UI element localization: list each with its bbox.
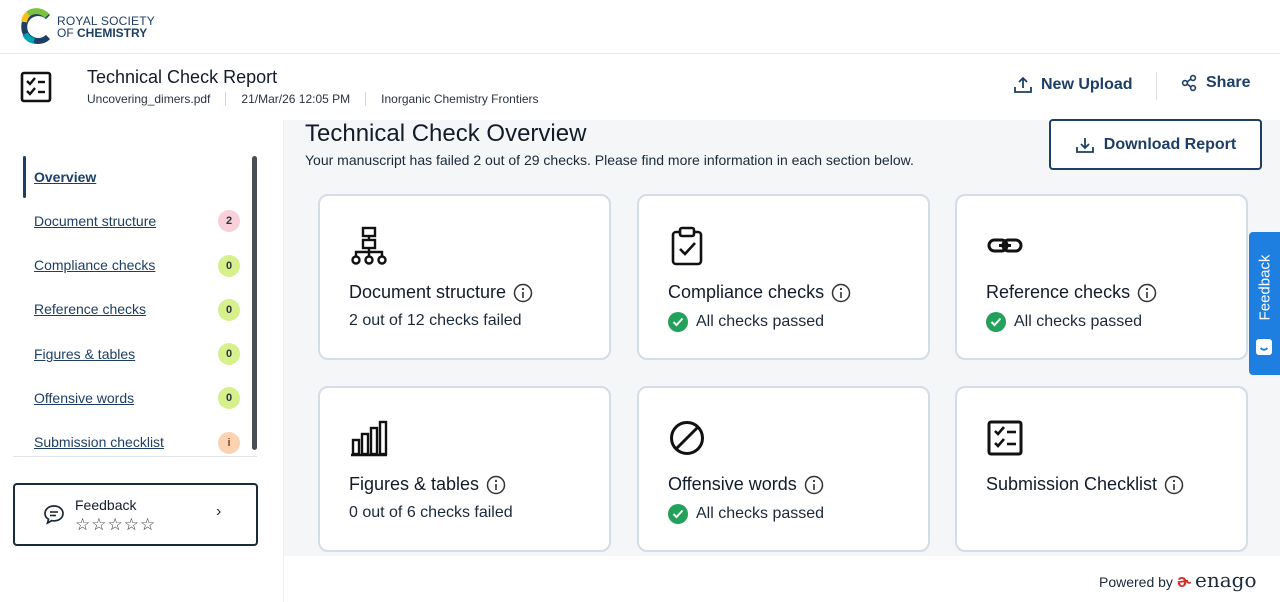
info-icon[interactable] [513,283,533,303]
report-journal: Inorganic Chemistry Frontiers [365,92,553,106]
card-submission-checklist[interactable]: Submission Checklist [955,386,1248,552]
sidebar-item-figures-tables[interactable]: Figures & tables [34,346,135,362]
report-meta: Uncovering_dimers.pdf 21/Mar/26 12:05 PM… [87,92,554,106]
sidebar-item-overview[interactable]: Overview [34,169,96,185]
card-status: 2 out of 12 checks failed [349,312,522,330]
download-report-button[interactable]: Download Report [1049,119,1262,170]
info-icon[interactable] [804,475,824,495]
sidebar: Overview Document structure 2 Compliance… [0,120,284,602]
rsc-logo-text: ROYAL SOCIETY OF CHEMISTRY [57,15,155,39]
page-subtitle: Your manuscript has failed 2 out of 29 c… [305,152,914,168]
card-title: Figures & tables [349,474,506,495]
card-figures-tables[interactable]: Figures & tables 0 out of 6 checks faile… [318,386,611,552]
rsc-logo-mark-icon [20,8,54,46]
card-status-text: 2 out of 12 checks failed [349,312,522,329]
card-title: Submission Checklist [986,474,1184,495]
card-document-structure[interactable]: Document structure 2 out of 12 checks fa… [318,194,611,360]
bar-chart-icon [350,418,388,463]
card-status-text: 0 out of 6 checks failed [349,504,513,521]
count-badge: 0 [218,343,240,365]
sidebar-item-compliance-checks[interactable]: Compliance checks [34,257,155,273]
sidebar-item-reference-checks[interactable]: Reference checks [34,301,146,317]
card-status-text: All checks passed [696,505,825,522]
enago-logo-mark-icon: ɚ [1176,571,1192,591]
card-status: All checks passed [668,312,824,332]
card-offensive-words[interactable]: Offensive words All checks passed [637,386,930,552]
rsc-logo[interactable]: ROYAL SOCIETY OF CHEMISTRY [20,8,155,46]
card-title: Reference checks [986,282,1157,303]
hierarchy-icon [350,226,388,271]
sidebar-item-document-structure[interactable]: Document structure [34,213,156,229]
report-checklist-icon [20,71,52,103]
feedback-tab-label-wrap: Feedback [1249,232,1280,342]
top-bar: ROYAL SOCIETY OF CHEMISTRY [0,0,1280,54]
check-circle-icon [986,312,1006,332]
feedback-title: Feedback [75,497,137,513]
powered-by-text: Powered by [1099,574,1173,590]
card-status-text: All checks passed [1014,313,1143,330]
logo-line-2-prefix: OF [57,26,74,40]
new-upload-button[interactable]: New Upload [1013,76,1133,94]
chevron-right-icon: › [216,503,222,520]
card-title-text: Offensive words [668,474,797,494]
count-badge: 0 [218,255,240,277]
sidebar-item-submission-checklist[interactable]: Submission checklist [34,434,164,450]
report-header: Technical Check Report Uncovering_dimers… [0,54,1280,120]
card-compliance-checks[interactable]: Compliance checks All checks passed [637,194,930,360]
header-divider [1156,72,1157,100]
share-icon [1181,74,1197,92]
card-status: 0 out of 6 checks failed [349,504,513,522]
card-title-text: Submission Checklist [986,474,1158,494]
card-title-text: Reference checks [986,282,1131,302]
active-indicator [23,156,26,198]
card-reference-checks[interactable]: Reference checks All checks passed [955,194,1248,360]
new-upload-label: New Upload [1041,76,1133,93]
count-badge: 0 [218,387,240,409]
card-title: Compliance checks [668,282,851,303]
checklist-icon [987,418,1025,463]
report-datetime: 21/Mar/26 12:05 PM [225,92,365,106]
footer-powered-by: Powered by ɚ enago [1099,568,1257,592]
logo-line-2-bold: CHEMISTRY [77,26,148,40]
card-status: All checks passed [986,312,1142,332]
card-title: Document structure [349,282,533,303]
star-rating[interactable]: ☆☆☆☆☆ [75,515,156,535]
count-badge: 2 [218,210,240,232]
card-title-text: Figures & tables [349,474,480,494]
enago-logo[interactable]: enago [1195,568,1256,592]
info-icon[interactable] [831,283,851,303]
report-title: Technical Check Report [87,67,278,87]
info-icon[interactable] [486,475,506,495]
card-status-text: All checks passed [696,313,825,330]
prohibited-icon [669,418,707,463]
share-button[interactable]: Share [1180,74,1250,92]
sidebar-divider [13,456,257,457]
card-status: All checks passed [668,504,824,524]
sidebar-item-offensive-words[interactable]: Offensive words [34,390,134,406]
feedback-tab-label: Feedback [1256,254,1273,320]
report-filename: Uncovering_dimers.pdf [87,92,211,106]
smiley-icon [1256,339,1272,355]
count-badge: 0 [218,299,240,321]
main-content: Technical Check Overview Your manuscript… [284,119,1280,556]
share-label: Share [1206,74,1251,91]
page-title: Technical Check Overview [305,120,587,147]
info-icon[interactable] [1164,475,1184,495]
feedback-tab[interactable]: Feedback [1249,232,1280,375]
info-icon[interactable] [1137,283,1157,303]
sidebar-scrollbar[interactable] [252,156,257,450]
chat-bubble-icon [43,503,65,530]
info-badge: i [218,432,240,454]
download-report-label: Download Report [1103,135,1237,153]
check-circle-icon [668,504,688,524]
link-icon [987,226,1025,271]
feedback-rating-box[interactable]: Feedback ☆☆☆☆☆ › [13,483,258,546]
download-icon [1075,137,1094,153]
upload-icon [1014,76,1032,93]
check-circle-icon [668,312,688,332]
card-title-text: Compliance checks [668,282,825,302]
card-title-text: Document structure [349,282,507,302]
clipboard-check-icon [669,226,705,271]
card-title: Offensive words [668,474,824,495]
